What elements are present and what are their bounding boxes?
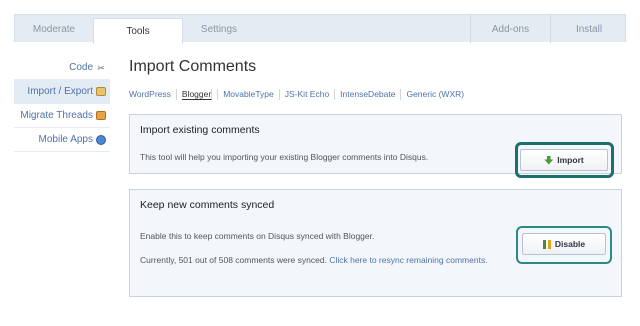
sidebar-item-migrate-threads[interactable]: Migrate Threads [14,104,110,128]
sidebar: Code ✂ Import / Export Migrate Threads M… [14,56,110,152]
sidebar-item-label: Migrate Threads [20,109,93,121]
disable-sync-button[interactable]: Disable [522,233,606,255]
sync-panel: Keep new comments synced Enable this to … [129,189,622,297]
page-title: Import Comments [129,58,257,75]
import-button-label: Import [557,155,584,165]
sync-status: Currently, 501 out of 508 comments were … [140,254,500,266]
migrate-icon [96,111,106,120]
mobile-globe-icon [96,134,106,145]
sidebar-item-label: Mobile Apps [38,133,93,145]
subnav-movabletype[interactable]: MovableType [217,88,280,100]
import-panel-description: This tool will help you importing your e… [140,152,429,162]
download-arrow-icon [544,155,554,165]
import-button[interactable]: Import [520,149,608,171]
disable-button-label: Disable [554,239,586,249]
import-panel-title: Import existing comments [140,124,260,136]
sidebar-item-mobile-apps[interactable]: Mobile Apps [14,128,110,152]
sidebar-item-label: Import / Export [27,85,93,97]
subnav-intensedebate[interactable]: IntenseDebate [335,88,402,100]
tab-install[interactable]: Install [550,15,627,43]
subnav-blogger[interactable]: Blogger [181,88,213,100]
sync-panel-title: Keep new comments synced [140,199,275,211]
sidebar-item-import-export[interactable]: Import / Export [14,80,110,104]
sidebar-item-label: Code [69,61,93,73]
tab-moderate[interactable]: Moderate [15,15,93,43]
sidebar-item-code[interactable]: Code ✂ [14,56,110,80]
main-content: Import Comments WordPress Blogger Movabl… [129,56,625,297]
resync-link[interactable]: Click here to resync remaining comments. [329,255,487,265]
import-panel: Import existing comments This tool will … [129,114,622,178]
code-icon: ✂ [97,62,105,73]
tab-tools[interactable]: Tools [93,18,183,44]
top-tab-bar: Moderate Tools Settings Add-ons Install [14,14,627,44]
pause-icon [542,239,551,249]
sync-panel-description: Enable this to keep comments on Disqus s… [140,231,375,241]
subnav-generic-wxr[interactable]: Generic (WXR) [401,89,469,100]
sync-status-text: Currently, 501 out of 508 comments were … [140,255,327,265]
tab-settings[interactable]: Settings [183,15,255,43]
import-source-nav: WordPress Blogger MovableType JS-Kit Ech… [129,86,625,102]
tab-addons[interactable]: Add-ons [470,15,550,43]
import-export-icon [96,87,106,96]
subnav-wordpress[interactable]: WordPress [129,88,177,100]
subnav-jskit-echo[interactable]: JS-Kit Echo [280,88,336,100]
